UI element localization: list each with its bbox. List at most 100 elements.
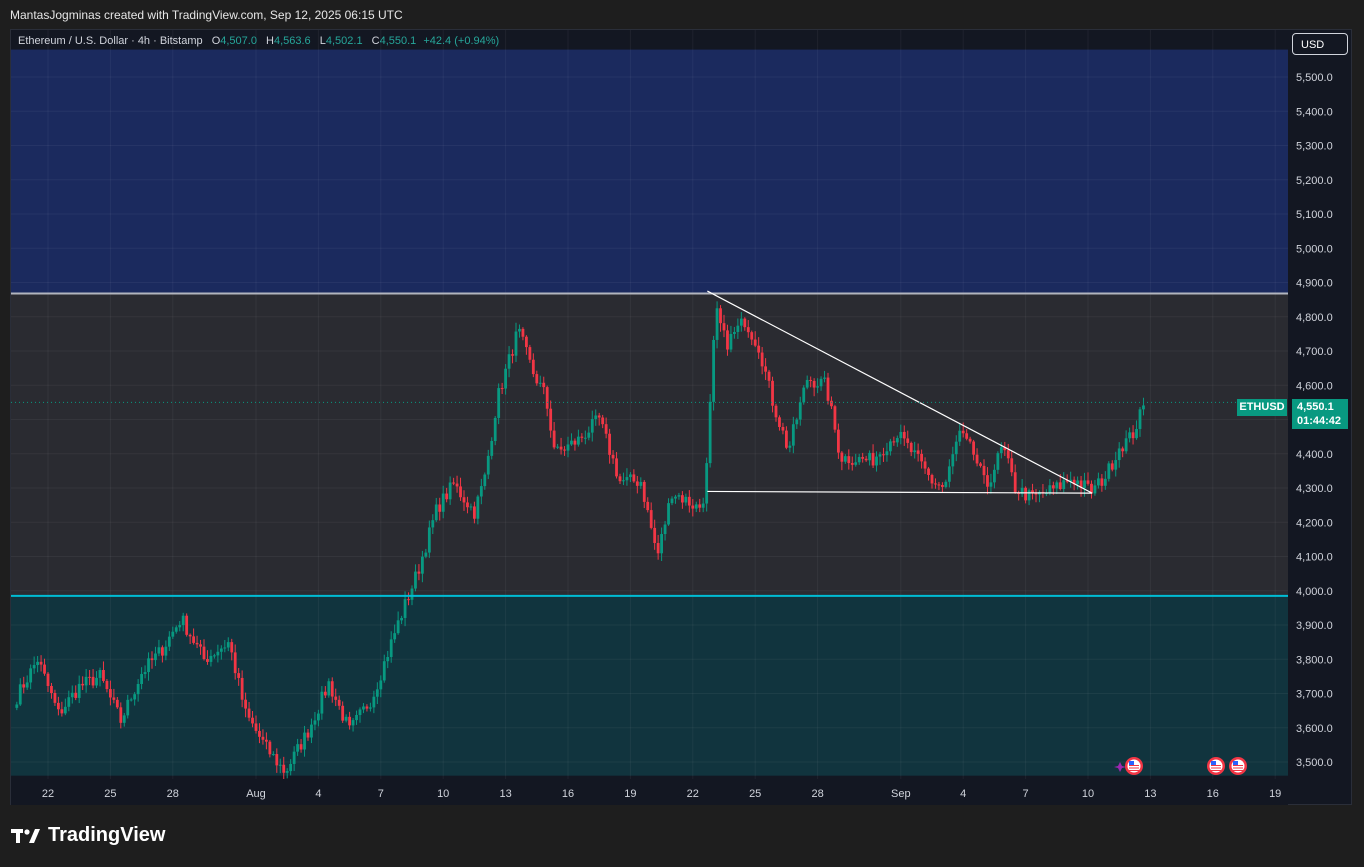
candle-body: [240, 677, 244, 700]
x-tick-label: 7: [378, 788, 384, 800]
candle-body: [1086, 480, 1090, 484]
y-tick-label: 3,500.0: [1296, 757, 1333, 769]
candle-body: [726, 330, 729, 350]
candle-body: [840, 452, 844, 462]
candle-body: [282, 764, 286, 773]
candle-body: [934, 483, 937, 485]
candle-body: [656, 543, 660, 554]
candle-body: [566, 444, 570, 451]
candle-body: [500, 388, 504, 390]
currency-button[interactable]: USD: [1292, 33, 1348, 55]
us-flag-event-icon[interactable]: [1125, 757, 1143, 775]
candle-body: [521, 328, 525, 337]
candle-body: [906, 438, 910, 443]
candle-body: [119, 707, 123, 723]
candle-body: [271, 754, 275, 756]
candle-body: [497, 388, 501, 418]
x-tick-label: 25: [104, 788, 116, 800]
candle-body: [393, 633, 397, 640]
candle-body: [774, 405, 778, 418]
candle-body: [109, 689, 112, 698]
candle-body: [677, 495, 681, 497]
candle-body: [947, 466, 951, 482]
candle-body: [375, 689, 379, 697]
candle-body: [743, 318, 747, 328]
candle-body: [275, 754, 279, 766]
candle-body: [185, 615, 189, 635]
candle-body: [233, 652, 237, 674]
candle-body: [348, 716, 351, 726]
candle-body: [504, 368, 507, 389]
candle-body: [999, 447, 1003, 454]
candle-body: [459, 486, 462, 498]
candle-body: [511, 354, 514, 356]
candle-body: [479, 486, 483, 497]
candle-body: [913, 450, 917, 453]
legend-high-value: 4,563.6: [273, 35, 311, 47]
candle-body: [698, 504, 702, 508]
candle-body: [986, 475, 989, 487]
candle-body: [289, 763, 293, 772]
candle-body: [594, 415, 598, 420]
x-tick-label: 22: [687, 788, 699, 800]
candle-body: [781, 426, 785, 431]
candle-body: [351, 720, 355, 726]
us-flag-event-icon[interactable]: [1207, 757, 1225, 775]
candle-body: [1128, 432, 1131, 439]
candle-body: [902, 431, 906, 439]
legend-open-value: 4,507.0: [220, 35, 257, 47]
candle-body: [396, 620, 400, 634]
y-tick-label: 4,800.0: [1296, 312, 1333, 324]
candle-body: [518, 328, 521, 332]
x-tick-label: 16: [562, 788, 574, 800]
candle-body: [157, 647, 161, 654]
candle-body: [791, 424, 795, 446]
candle-body: [1124, 438, 1128, 452]
candle-body: [192, 636, 195, 643]
candle-body: [1024, 487, 1027, 501]
candle-body: [923, 461, 927, 469]
candle-body: [29, 668, 33, 683]
candle-body: [306, 732, 310, 738]
candle-body: [812, 380, 816, 388]
candle-body: [1034, 493, 1038, 495]
candle-body: [365, 706, 369, 709]
candle-body: [254, 723, 258, 731]
candle-body: [819, 378, 823, 387]
candle-body: [466, 502, 469, 508]
legend-title: Ethereum / U.S. Dollar · 4h · Bitstamp: [18, 35, 203, 47]
candle-body: [570, 440, 573, 445]
candle-body: [213, 655, 216, 657]
candle-body: [719, 308, 722, 324]
candle-body: [604, 424, 608, 434]
x-tick-label: 10: [1082, 788, 1094, 800]
candle-body: [63, 706, 67, 714]
candle-body: [954, 441, 958, 455]
candle-body: [899, 431, 903, 439]
candle-body: [462, 497, 466, 503]
candle-body: [708, 401, 712, 464]
candle-body: [878, 454, 882, 457]
candle-body: [1142, 405, 1145, 410]
candle-body: [313, 720, 317, 725]
candle-body: [15, 704, 19, 708]
candle-body: [50, 686, 53, 694]
candle-body: [1010, 458, 1014, 473]
candle-body: [1138, 409, 1142, 429]
footer-brand[interactable]: TradingView: [10, 824, 165, 847]
candle-body: [875, 456, 878, 466]
candle-body: [739, 318, 743, 326]
candle-body: [455, 483, 459, 487]
candle-body: [199, 644, 202, 647]
candle-body: [958, 430, 962, 442]
candle-body: [833, 406, 837, 430]
candle-body: [681, 495, 684, 503]
candle-body: [1107, 463, 1111, 479]
us-flag-event-icon[interactable]: [1229, 757, 1247, 775]
candle-body: [629, 474, 632, 478]
candle-body: [18, 684, 22, 705]
candle-body: [438, 504, 442, 512]
chart-canvas[interactable]: 5,500.0 5,400.0 5,300.0 5,200.0 5,100.0 5,000…: [0, 0, 1364, 867]
candle-body: [590, 419, 594, 433]
candle-body: [310, 724, 313, 738]
